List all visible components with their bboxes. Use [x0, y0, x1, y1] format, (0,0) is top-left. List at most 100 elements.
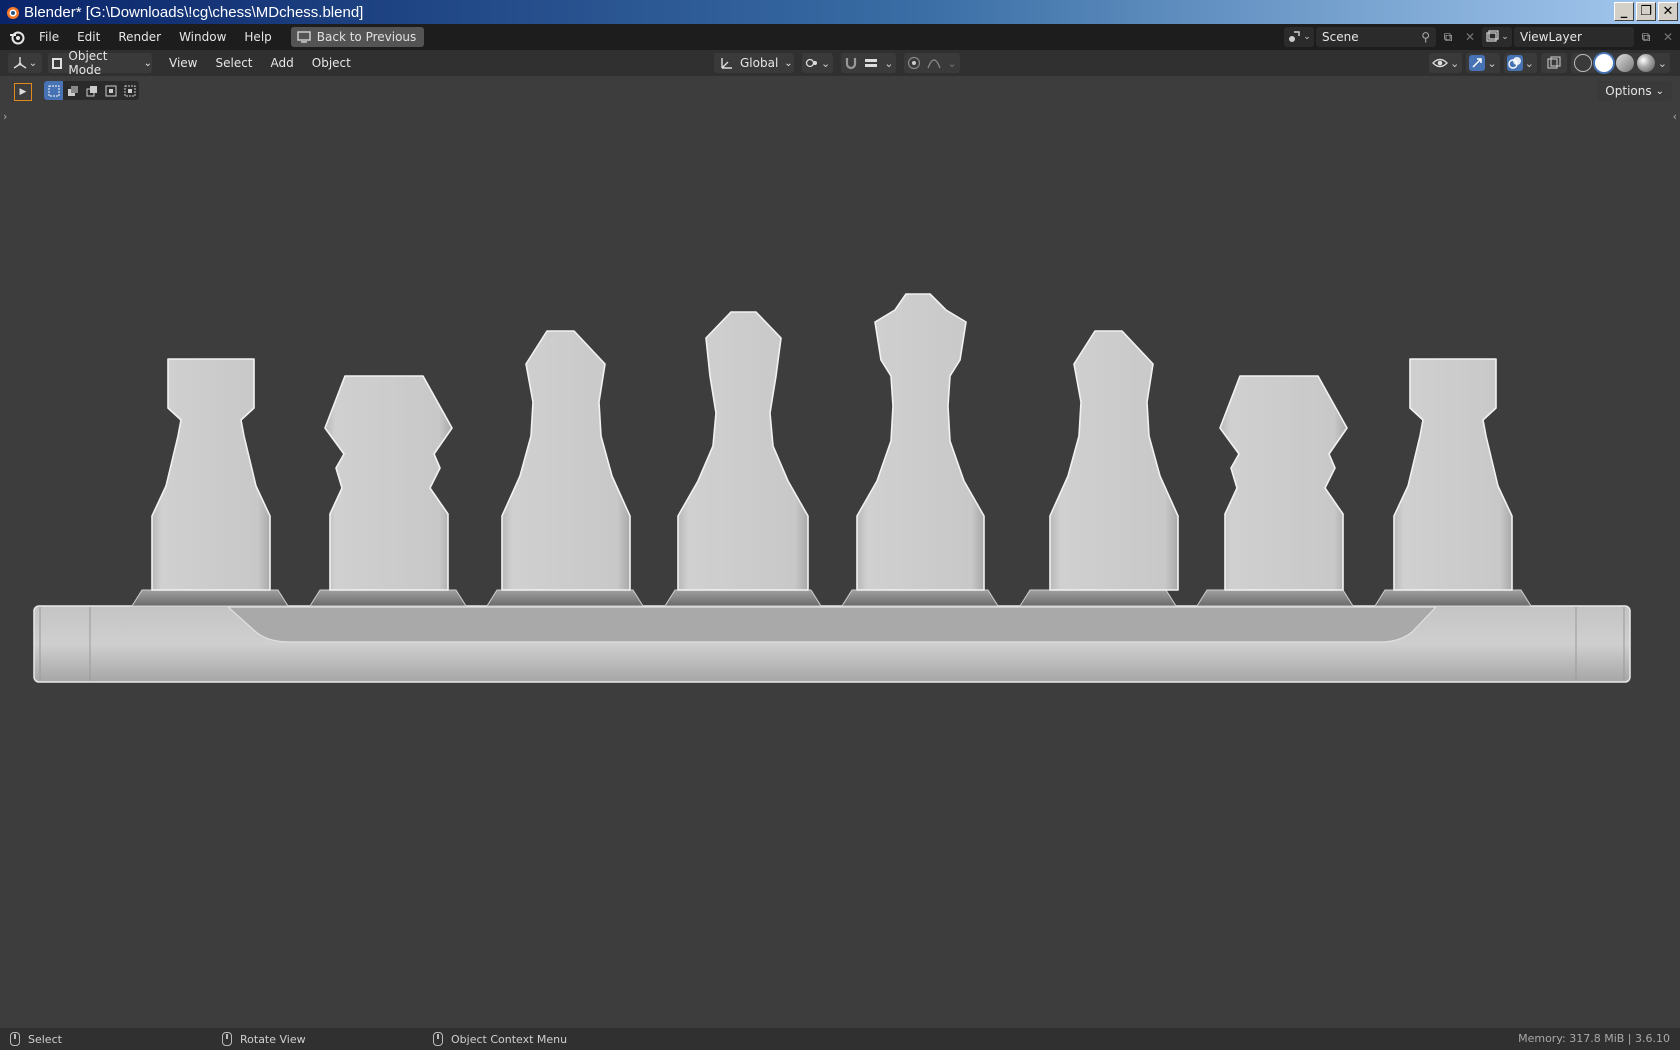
chevron-down-icon: ⌄ [143, 57, 152, 69]
status-bar: Select Rotate View Object Context Menu M… [0, 1028, 1680, 1050]
window-title-bar: Blender* [G:\Downloads\!cg\chess\MDchess… [0, 0, 1680, 24]
top-menu-bar: File Edit Render Window Help Back to Pre… [0, 24, 1680, 50]
knight-piece[interactable] [1219, 375, 1348, 591]
status-rotate-label: Rotate View [240, 1032, 306, 1046]
gizmo-icon [1469, 55, 1486, 71]
close-button[interactable]: ✕ [1658, 2, 1678, 21]
3d-viewport-icon [13, 57, 27, 69]
solid-shading-icon[interactable] [1594, 54, 1613, 72]
status-context-label: Object Context Menu [451, 1032, 568, 1046]
menu-render[interactable]: Render [109, 30, 170, 44]
knight-piece[interactable] [324, 375, 453, 591]
bishop-piece[interactable] [1049, 330, 1179, 591]
status-select-label: Select [28, 1032, 62, 1046]
snap-increment-icon [865, 59, 878, 67]
extend-selection-icon[interactable] [63, 81, 82, 100]
menu-window[interactable]: Window [170, 30, 235, 44]
king-piece[interactable] [856, 293, 985, 591]
menu-select[interactable]: Select [206, 56, 261, 70]
scene-name: Scene [1322, 30, 1359, 44]
intersect-selection-icon[interactable] [120, 81, 139, 100]
view-layer-browse-button[interactable]: ⌄ [1482, 27, 1512, 47]
material-preview-icon[interactable] [1615, 54, 1634, 72]
3d-viewport[interactable]: › ‹ [0, 76, 1680, 1028]
rendered-shading-icon[interactable] [1636, 54, 1655, 72]
invert-selection-icon[interactable] [101, 81, 120, 100]
menu-add[interactable]: Add [262, 56, 303, 70]
menu-help[interactable]: Help [235, 30, 280, 44]
chevron-down-icon[interactable]: ⌄ [1658, 57, 1667, 70]
falloff-curve-icon [927, 59, 942, 69]
minimize-button[interactable]: _ [1614, 2, 1634, 21]
transform-orientation-dropdown[interactable]: Global ⌄ [714, 53, 794, 73]
blender-menu-icon[interactable] [4, 24, 30, 50]
object-mode-label: Object Mode [68, 49, 108, 77]
editor-type-button[interactable]: ⌄ [8, 53, 42, 73]
shading-modes: ⌄ [1570, 53, 1670, 73]
snap-toggle[interactable]: ⌄ [841, 53, 897, 73]
pivot-icon [805, 58, 817, 68]
options-dropdown[interactable]: Options ⌄ [1597, 81, 1672, 101]
menu-edit[interactable]: Edit [68, 30, 109, 44]
scene-browse-button[interactable]: ⌄ [1284, 27, 1314, 47]
chevron-down-icon: ⌄ [28, 57, 38, 69]
chevron-down-icon: ⌄ [1487, 56, 1497, 70]
left-mouse-icon [10, 1032, 20, 1046]
menu-view[interactable]: View [160, 56, 206, 70]
menu-file[interactable]: File [30, 30, 68, 44]
wireframe-shading-icon[interactable] [1573, 54, 1592, 72]
object-mode-dropdown[interactable]: Object Mode ⌄ [48, 49, 152, 77]
scene-render [33, 293, 1631, 683]
chevron-down-icon: ⌄ [784, 57, 793, 69]
gizmo-toggle[interactable]: ⌄ [1466, 53, 1500, 73]
scene-selector: ⌄ Scene ⚲ ⧉ ✕ [1284, 27, 1480, 47]
magnet-icon [846, 58, 857, 70]
new-scene-icon[interactable]: ⧉ [1438, 27, 1458, 47]
transform-orientation-label: Global [740, 56, 779, 70]
delete-scene-icon[interactable]: ✕ [1460, 27, 1480, 47]
view-layer-icon [1486, 30, 1499, 42]
set-selection-icon[interactable] [44, 81, 63, 100]
back-to-previous-button[interactable]: Back to Previous [290, 27, 425, 47]
chevron-down-icon: ⌄ [1501, 32, 1509, 42]
rook-piece[interactable] [151, 358, 271, 591]
scene-name-field[interactable]: Scene ⚲ [1316, 27, 1436, 47]
object-mode-icon [52, 57, 63, 69]
delete-view-layer-icon[interactable]: ✕ [1658, 27, 1678, 47]
piece-bases [131, 589, 1532, 607]
overlays-icon [1506, 55, 1523, 71]
proportional-editing-toggle[interactable]: ⌄ [904, 53, 960, 73]
back-to-previous-label: Back to Previous [316, 30, 417, 44]
status-select: Select [10, 1032, 62, 1046]
pivot-point-button[interactable]: ⌄ [802, 53, 834, 73]
viewport-header: ⌄ Object Mode ⌄ View Select Add Object G… [0, 49, 1680, 77]
middle-mouse-icon [222, 1032, 232, 1046]
restore-button[interactable]: ❐ [1636, 2, 1656, 21]
pin-icon[interactable]: ⚲ [1421, 30, 1430, 44]
rook-piece[interactable] [1393, 358, 1513, 591]
new-view-layer-icon[interactable]: ⧉ [1636, 27, 1656, 47]
queen-piece[interactable] [677, 311, 809, 591]
xray-toggle[interactable] [1540, 53, 1567, 73]
blender-logo-icon [7, 7, 19, 19]
chessboard-model[interactable] [33, 605, 1631, 683]
eye-icon [1432, 58, 1449, 68]
selection-mode-group [44, 81, 139, 100]
menu-object[interactable]: Object [303, 56, 360, 70]
chevron-down-icon: ⌄ [1524, 56, 1534, 70]
select-tool-icon[interactable]: ▶ [14, 83, 32, 101]
overlays-toggle[interactable]: ⌄ [1503, 53, 1537, 73]
right-mouse-icon [433, 1032, 443, 1046]
view-layer-name-field[interactable]: ViewLayer [1514, 27, 1634, 47]
xray-icon [1547, 56, 1561, 69]
view-layer-name: ViewLayer [1520, 30, 1582, 44]
memory-readout: Memory: 317.8 MiB | 3.6.10 [1518, 1032, 1670, 1045]
chevron-down-icon: ⌄ [947, 56, 957, 70]
proportional-edit-icon [908, 56, 921, 70]
toolbar-expand-icon[interactable]: › [3, 110, 7, 123]
status-context: Object Context Menu [433, 1032, 567, 1046]
bishop-piece[interactable] [501, 330, 631, 591]
sidebar-expand-icon[interactable]: ‹ [1673, 110, 1677, 123]
subtract-selection-icon[interactable] [82, 81, 101, 100]
visibility-dropdown[interactable]: ⌄ [1429, 53, 1463, 73]
